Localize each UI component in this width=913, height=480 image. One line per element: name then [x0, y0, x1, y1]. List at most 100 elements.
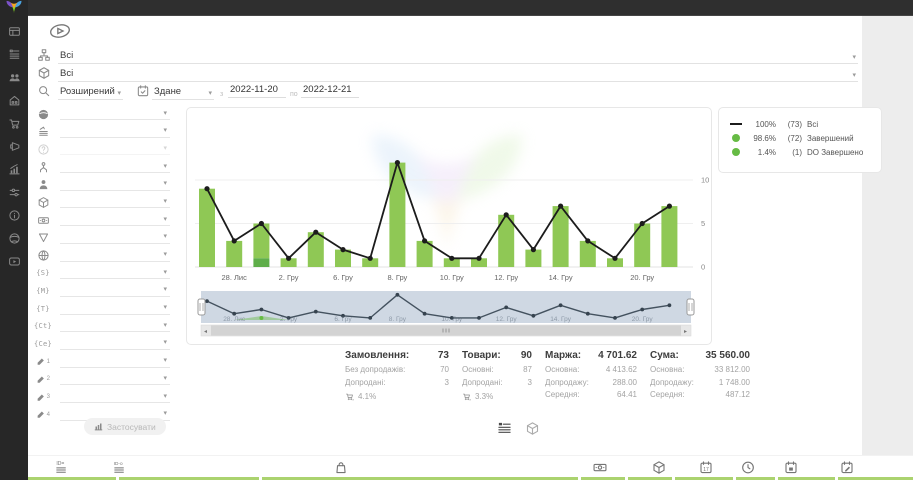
dashboard-icon	[8, 25, 21, 38]
filter-select-tag-s[interactable]: ▾	[60, 266, 170, 279]
legend-item-2[interactable]: 1.4%(1)DO Завершено	[729, 145, 873, 159]
filter-select-hierarchy[interactable]: ▾	[60, 160, 170, 173]
bar-completed	[226, 241, 242, 267]
filter-select-money[interactable]: ▾	[60, 213, 170, 226]
tag-s-icon: {S}	[36, 266, 50, 280]
bar-completed	[661, 206, 677, 267]
question-icon	[36, 142, 50, 156]
legend-dot-swatch	[732, 148, 740, 156]
sidebar-item-info[interactable]	[7, 208, 21, 222]
sidebar-nav	[0, 24, 28, 268]
chevron-down-icon: ▾	[163, 304, 167, 311]
pencil-2-icon: 2	[36, 372, 50, 386]
date-to-input[interactable]: 2022-12-21	[301, 84, 359, 98]
svg-text:28. Лис: 28. Лис	[223, 316, 246, 323]
package-icon	[37, 66, 51, 80]
scrollbar-right-arrow: ▸	[684, 329, 687, 335]
filter-select-tag-ce[interactable]: ▾	[60, 337, 170, 350]
bottom-tab-calendar-box[interactable]	[783, 460, 799, 475]
filter-select-tag-ct[interactable]: ▾	[60, 319, 170, 332]
filter-row-tag-s: {S} ▾	[34, 265, 174, 283]
filter-select-pencil-3[interactable]: ▾	[60, 390, 170, 403]
filter-select-person[interactable]: ▾	[60, 178, 170, 191]
filter-select-tag-t[interactable]: ▾	[60, 302, 170, 315]
chevron-down-icon: ▾	[163, 375, 167, 382]
svg-text:14. Гру: 14. Гру	[549, 273, 573, 282]
package-icon	[36, 195, 50, 209]
tag-t-icon: {T}	[36, 302, 50, 316]
calendar-check-icon	[136, 84, 150, 98]
filter-select-funnel[interactable]: ▾	[60, 231, 170, 244]
sidebar-item-list[interactable]	[7, 47, 21, 61]
bottom-tab-id-o[interactable]: ID-o	[112, 460, 128, 475]
filter-select-pencil-2[interactable]: ▾	[60, 372, 170, 385]
chevron-down-icon: ▾	[163, 216, 167, 223]
bottom-tab-clock[interactable]	[740, 460, 756, 475]
sidebar-item-video[interactable]	[7, 254, 21, 268]
sidebar-item-cart[interactable]	[7, 116, 21, 130]
globe-grid-icon	[36, 249, 50, 263]
filter-select-layers[interactable]: ▾	[60, 125, 170, 138]
chevron-down-icon: ▾	[852, 72, 856, 79]
search-icon	[37, 84, 51, 98]
sidebar-item-home[interactable]	[7, 93, 21, 107]
bottom-tab-banknote[interactable]	[592, 460, 608, 475]
search-mode-value: Розширений	[60, 86, 115, 97]
filter-select-pencil-1[interactable]: ▾	[60, 355, 170, 368]
chevron-down-icon: ▾	[163, 198, 167, 205]
top-strip	[0, 0, 913, 16]
filter-row-hierarchy: ▾	[34, 159, 174, 177]
orders-chart[interactable]: 28. Лис2. Гру6. Гру8. Гру10. Гру12. Гру1…	[187, 108, 711, 349]
layers-icon	[36, 125, 50, 139]
svg-text:x: x	[353, 397, 355, 400]
sitemap-icon	[37, 48, 51, 62]
filter-row-tag-ce: {Ce}▾	[34, 336, 174, 354]
sidebar-item-chart[interactable]	[7, 162, 21, 176]
product-select[interactable]: Всі ▾	[58, 66, 858, 82]
legend-item-0[interactable]: 100%(73)Всі	[729, 117, 873, 131]
filter-select-globe-solid[interactable]: ▾	[60, 107, 170, 120]
bottom-tab-package[interactable]	[651, 460, 667, 475]
view-toggle-package[interactable]	[525, 421, 540, 436]
sidebar-item-users[interactable]	[7, 70, 21, 84]
chevron-down-icon: ▾	[163, 110, 167, 117]
app-logo-icon[interactable]	[4, 0, 24, 15]
apply-button[interactable]: Застосувати	[84, 418, 166, 435]
stat-column-0: Замовлення:73Без допродажів:70Допродані:…	[345, 350, 449, 403]
date-to-label: по	[290, 91, 298, 98]
bottom-tab-bag[interactable]	[333, 460, 349, 475]
view-toggle-list-chart[interactable]	[497, 421, 512, 436]
play-badge-icon[interactable]	[48, 22, 72, 40]
date-from-input[interactable]: 2022-11-20	[228, 84, 286, 98]
date-type-select[interactable]: Здане ▾	[152, 84, 214, 100]
filter-row-question: ▾	[34, 141, 174, 159]
bottom-tab-id-equal[interactable]: ID=	[54, 460, 70, 475]
search-mode-select[interactable]: Розширений ▾	[58, 84, 123, 100]
bottom-tab-calendar-17[interactable]: 17	[698, 460, 714, 475]
svg-text:10: 10	[701, 176, 709, 185]
chart-scrollbar: ◂▸	[201, 325, 691, 336]
filter-row-layers: ▾	[34, 124, 174, 142]
bottom-tab-calendar-edit[interactable]	[839, 460, 855, 475]
filter-select-package[interactable]: ▾	[60, 195, 170, 208]
filter-row-globe-grid: ▾	[34, 248, 174, 266]
sidebar-item-megaphone[interactable]	[7, 139, 21, 153]
chevron-down-icon: ▾	[163, 393, 167, 400]
chevron-down-icon: ▾	[163, 251, 167, 258]
money-icon	[36, 213, 50, 227]
filter-row-funnel: ▾	[34, 230, 174, 248]
summary-stats: Замовлення:73Без допродажів:70Допродані:…	[345, 350, 750, 403]
navigator-handle-left	[198, 299, 205, 315]
cart-mini-icon: x	[345, 392, 354, 401]
scrollbar-left-arrow: ◂	[204, 329, 207, 335]
filter-select-tag-m[interactable]: ▾	[60, 284, 170, 297]
hierarchy-icon	[36, 160, 50, 174]
chevron-down-icon: ▾	[163, 163, 167, 170]
legend-item-1[interactable]: 98.6%(72)Завершений	[729, 131, 873, 145]
sidebar-item-dashboard[interactable]	[7, 24, 21, 38]
filter-select-globe-grid[interactable]: ▾	[60, 249, 170, 262]
sidebar-item-sliders[interactable]	[7, 185, 21, 199]
sidebar-item-world[interactable]	[7, 231, 21, 245]
source-select[interactable]: Всі ▾	[58, 48, 858, 64]
filter-row-tag-m: {M}▾	[34, 283, 174, 301]
